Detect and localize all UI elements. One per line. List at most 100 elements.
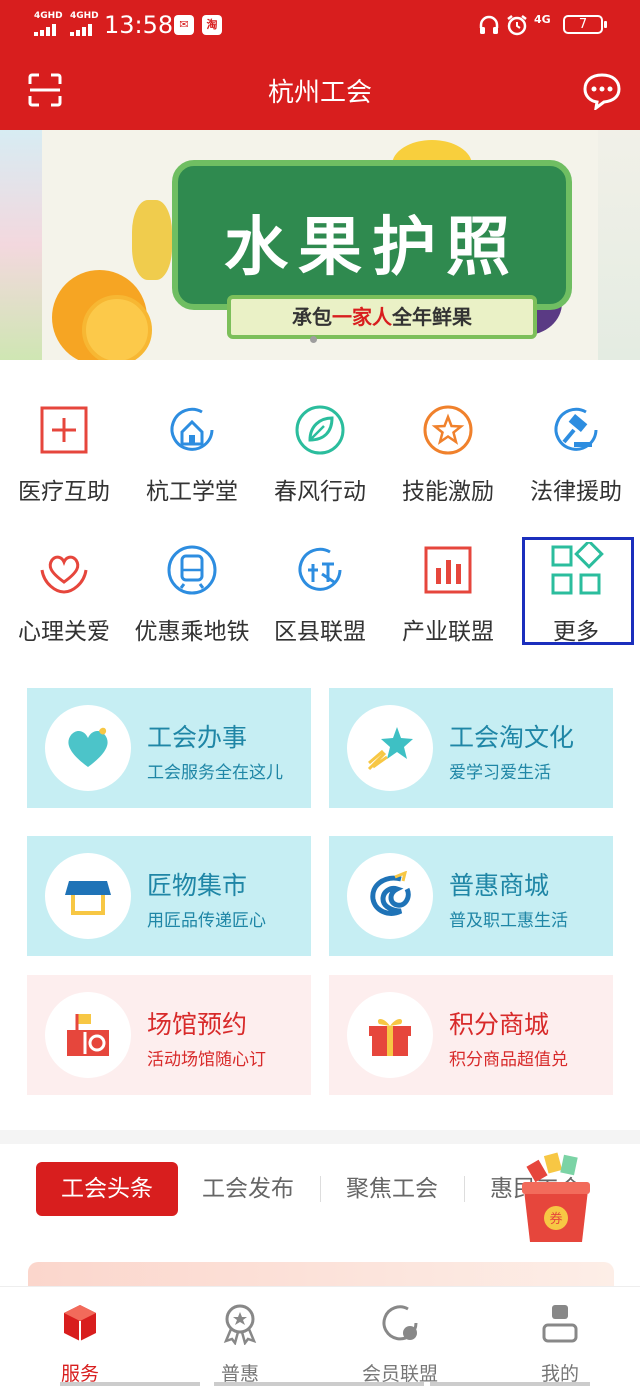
banner-sign: 水果护照 (172, 160, 572, 310)
message-icon[interactable] (582, 72, 622, 110)
selection-highlight (522, 537, 634, 645)
metro-train-icon (167, 545, 217, 595)
tab-union-release[interactable]: 工会发布 (186, 1162, 310, 1216)
banner-subtitle: 承包一家人全年鲜果 (227, 295, 537, 339)
page-title: 杭州工会 (267, 78, 372, 108)
tab-focus-union[interactable]: 聚焦工会 (330, 1162, 454, 1216)
card-icon-circle (347, 992, 433, 1078)
card-union-culture[interactable]: 工会淘文化 爱学习爱生活 (329, 688, 613, 808)
promo-banner[interactable]: 水果护照 承包一家人全年鲜果 (0, 130, 640, 360)
school-house-icon (170, 407, 214, 451)
card-icon-circle (45, 853, 131, 939)
card-subtitle: 工会服务全在这儿 (147, 763, 283, 783)
signal-label-1: 4GHD (34, 11, 63, 21)
card-icon-circle (347, 705, 433, 791)
card-title: 普惠商城 (449, 871, 550, 900)
signal-bars-icon (34, 24, 56, 36)
card-icon-circle (347, 853, 433, 939)
card-title: 场馆预约 (147, 1010, 248, 1039)
card-union-affairs[interactable]: 工会办事 工会服务全在这儿 (27, 688, 311, 808)
bar-chart-icon (424, 546, 472, 594)
banner-subtitle-post: 全年鲜果 (392, 305, 472, 329)
card-title: 匠物集市 (147, 871, 248, 900)
card-title: 工会淘文化 (449, 723, 575, 752)
top-bar: 4GHD 4GHD 13:58 ✉ 淘 4G 7 杭州工会 (0, 0, 640, 130)
card-subtitle: 爱学习爱生活 (449, 763, 551, 783)
taobao-notification-icon: 淘 (202, 15, 222, 35)
banner-title: 水果护照 (224, 211, 520, 285)
card-craft-market[interactable]: 匠物集市 用匠品传递匠心 (27, 836, 311, 956)
gavel-icon (554, 407, 598, 451)
grid-item-psych[interactable]: 心理关爱 (0, 542, 128, 646)
grid-item-school[interactable]: 杭工学堂 (128, 402, 256, 506)
headphones-icon (479, 15, 499, 34)
card-subtitle: 用匠品传递匠心 (147, 911, 266, 931)
leaf-icon (295, 405, 345, 455)
signal-label-2: 4GHD (70, 11, 99, 21)
service-cube-icon (64, 1305, 96, 1341)
banner-subtitle-highlight: 一家人 (332, 305, 392, 329)
grid-item-county[interactable]: 区县联盟 (256, 542, 384, 646)
gift-box-icon (369, 1019, 411, 1056)
grid-label: 产业联盟 (402, 619, 494, 645)
nav-service[interactable]: 服务 (0, 1301, 160, 1386)
market-stall-icon (65, 881, 111, 915)
heart-hands-icon (40, 555, 88, 594)
card-mall[interactable]: 普惠商城 普及职工惠生活 (329, 836, 613, 956)
card-title: 积分商城 (449, 1010, 550, 1039)
network-type: 4G (534, 13, 551, 26)
grid-item-legal[interactable]: 法律援助 (512, 402, 640, 506)
shooting-star-icon (367, 727, 413, 771)
grid-item-metro[interactable]: 优惠乘地铁 (128, 542, 256, 646)
card-subtitle: 积分商品超值兑 (449, 1050, 568, 1070)
signal-indicator-2: 4GHD (70, 12, 99, 36)
star-icon (423, 405, 473, 455)
section-divider (0, 1130, 640, 1144)
status-bar: 4GHD 4GHD 13:58 ✉ 淘 4G 7 (0, 0, 640, 52)
tab-separator (320, 1176, 321, 1202)
home-indicator (60, 1382, 200, 1386)
grid-item-industry[interactable]: 产业联盟 (384, 542, 512, 646)
card-icon-circle (45, 992, 131, 1078)
pineapple-image (132, 200, 172, 280)
home-indicator (214, 1382, 424, 1386)
pagination-dot (310, 336, 317, 343)
card-subtitle: 普及职工惠生活 (449, 911, 568, 931)
nav-member-alliance[interactable]: 会员联盟 (320, 1301, 480, 1386)
coupon-label: 券 (549, 1211, 562, 1227)
grid-label: 区县联盟 (274, 619, 366, 645)
medical-cross-icon (40, 406, 88, 454)
bottom-nav: 服务 普惠 会员联盟 我的 (0, 1286, 640, 1386)
grid-item-medical[interactable]: 医疗互助 (0, 402, 128, 506)
banner-slide: 水果护照 承包一家人全年鲜果 (42, 130, 598, 360)
alarm-icon (507, 15, 527, 36)
grid-item-skills[interactable]: 技能激励 (384, 402, 512, 506)
grid-label: 医疗互助 (18, 479, 110, 505)
banner-prev-peek (0, 130, 42, 360)
card-points-mall[interactable]: 积分商城 积分商品超值兑 (329, 975, 613, 1095)
profile-icon (542, 1305, 578, 1343)
card-title: 工会办事 (147, 723, 248, 752)
signal-bars-icon (70, 24, 92, 36)
banner-subtitle-pre: 承包 (292, 305, 332, 329)
heart-icon (68, 727, 108, 767)
card-venue-booking[interactable]: 场馆预约 活动场馆随心订 (27, 975, 311, 1095)
grid-label: 技能激励 (402, 479, 494, 505)
medal-icon (223, 1304, 257, 1345)
alliance-icon (298, 547, 342, 591)
status-time: 13:58 (104, 11, 174, 39)
banner-next-peek (598, 130, 640, 360)
card-icon-circle (45, 705, 131, 791)
mail-notification-icon: ✉ (174, 15, 194, 35)
grid-item-spring-wind[interactable]: 春风行动 (256, 402, 384, 506)
grid-label: 法律援助 (530, 479, 622, 505)
nav-profile[interactable]: 我的 (480, 1301, 640, 1386)
venue-flag-icon (67, 1014, 109, 1056)
card-subtitle: 活动场馆随心订 (147, 1050, 266, 1070)
tab-separator (464, 1176, 465, 1202)
nav-benefit[interactable]: 普惠 (160, 1301, 320, 1386)
tab-union-headlines[interactable]: 工会头条 (36, 1162, 178, 1216)
coupon-gift-icon[interactable]: 券 (516, 1152, 596, 1252)
orange-slice-image (82, 295, 152, 360)
battery-level: 7 (578, 17, 588, 32)
